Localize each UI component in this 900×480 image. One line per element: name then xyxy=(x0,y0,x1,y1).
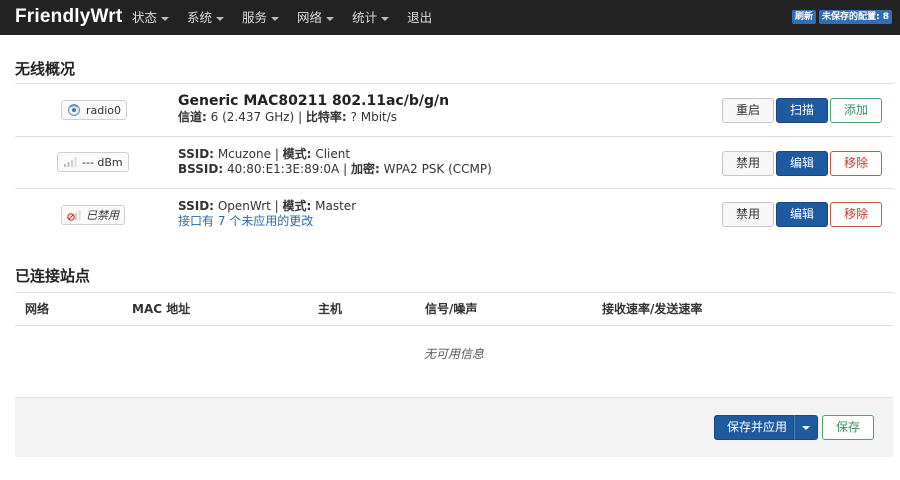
channel-label: 信道: xyxy=(178,110,207,124)
ssid-line: SSID: Mcuzone | 模式: Client xyxy=(178,147,351,161)
chevron-down-icon xyxy=(161,16,170,21)
chevron-down-icon xyxy=(216,16,225,21)
page-actions: 保存并应用 保存 xyxy=(15,397,893,457)
scan-button[interactable]: 扫描 xyxy=(776,98,828,123)
nav-statistics[interactable]: 统计 xyxy=(352,0,390,35)
nav-system-label: 系统 xyxy=(187,10,213,25)
radio-device-badge: radio0 xyxy=(61,100,128,120)
radio-row: radio0 Generic MAC80211 802.11ac/b/g/n 信… xyxy=(15,84,893,136)
top-navbar: FriendlyWrt 状态 系统 服务 网络 统计 退出 刷新 未保存的配置:… xyxy=(0,0,900,35)
encryption-value: WPA2 PSK (CCMP) xyxy=(383,162,492,176)
nav-statistics-label: 统计 xyxy=(352,10,378,25)
header-badges: 刷新 未保存的配置: 8 xyxy=(791,10,892,24)
nav-logout-label: 退出 xyxy=(407,10,433,25)
mode-value: Client xyxy=(315,147,351,161)
wireless-overview-title: 无线概况 xyxy=(15,60,76,78)
chevron-down-icon xyxy=(802,425,811,430)
refresh-badge[interactable]: 刷新 xyxy=(791,10,816,24)
network-row-client: --- dBm SSID: Mcuzone | 模式: Client BSSID… xyxy=(15,137,893,189)
radio-device-label: radio0 xyxy=(86,103,122,117)
disable-button[interactable]: 禁用 xyxy=(722,202,774,227)
ssid-label: SSID: xyxy=(178,199,214,213)
remove-button[interactable]: 移除 xyxy=(830,151,882,176)
add-network-button[interactable]: 添加 xyxy=(830,98,882,123)
mode-label: 模式: xyxy=(282,147,312,161)
nav-services-label: 服务 xyxy=(242,10,268,25)
save-apply-dropdown-toggle[interactable] xyxy=(794,415,819,440)
brand-logo[interactable]: FriendlyWrt xyxy=(15,6,122,28)
ssid-label: SSID: xyxy=(178,147,214,161)
associated-stations-title: 已连接站点 xyxy=(15,267,91,285)
mode-value: Master xyxy=(315,199,357,213)
chevron-down-icon xyxy=(381,16,390,21)
nav-system[interactable]: 系统 xyxy=(187,0,225,35)
network-info: SSID: OpenWrt | 模式: Master 接口有 7 个未应用的更改 xyxy=(178,199,356,229)
edit-button[interactable]: 编辑 xyxy=(776,151,828,176)
bssid-value: 40:80:E1:3E:89:0A xyxy=(226,162,340,176)
bitrate-value: ? Mbit/s xyxy=(350,110,398,124)
nav-services[interactable]: 服务 xyxy=(242,0,280,35)
ssid-value: OpenWrt xyxy=(217,199,271,213)
save-apply-split-button: 保存并应用 xyxy=(714,415,819,440)
nav-logout[interactable]: 退出 xyxy=(407,0,432,35)
column-rx-tx-rate: 接收速率/发送速率 xyxy=(602,302,703,316)
nav-status-label: 状态 xyxy=(132,10,158,25)
save-button[interactable]: 保存 xyxy=(822,415,874,440)
nav-status[interactable]: 状态 xyxy=(132,0,170,35)
column-mac-address: MAC 地址 xyxy=(132,302,191,316)
nav-network-label: 网络 xyxy=(297,10,323,25)
network-row-master: 已禁用 SSID: OpenWrt | 模式: Master 接口有 7 个未应… xyxy=(15,189,893,241)
column-host: 主机 xyxy=(318,302,343,316)
bssid-label: BSSID: xyxy=(178,162,224,176)
signal-status-badge: 已禁用 xyxy=(61,205,125,225)
radio-name: Generic MAC80211 802.11ac/b/g/n xyxy=(178,93,450,109)
channel-value: 6 (2.437 GHz) xyxy=(210,110,295,124)
signal-icon xyxy=(64,157,77,167)
chevron-down-icon xyxy=(326,16,335,21)
save-apply-button[interactable]: 保存并应用 xyxy=(714,415,795,440)
edit-button[interactable]: 编辑 xyxy=(776,202,828,227)
mode-label: 模式: xyxy=(282,199,312,213)
unsaved-changes-badge[interactable]: 未保存的配置: 8 xyxy=(819,10,892,24)
remove-button[interactable]: 移除 xyxy=(830,202,882,227)
signal-status-text: 已禁用 xyxy=(86,209,119,222)
nav-network[interactable]: 网络 xyxy=(297,0,335,35)
stations-table-header: 网络 MAC 地址 主机 信号/噪声 接收速率/发送速率 xyxy=(15,292,893,326)
chevron-down-icon xyxy=(271,16,280,21)
disable-button[interactable]: 禁用 xyxy=(722,151,774,176)
bssid-line: BSSID: 40:80:E1:3E:89:0A | 加密: WPA2 PSK … xyxy=(178,162,492,176)
restart-button[interactable]: 重启 xyxy=(722,98,774,123)
signal-status-badge: --- dBm xyxy=(57,152,129,172)
network-info: SSID: Mcuzone | 模式: Client BSSID: 40:80:… xyxy=(178,147,492,177)
radio-details: 信道: 6 (2.437 GHz) | 比特率: ? Mbit/s xyxy=(178,110,398,124)
wifi-radio-icon xyxy=(68,104,80,116)
signal-status-text: --- dBm xyxy=(82,155,123,169)
column-signal-noise: 信号/噪声 xyxy=(425,302,478,316)
disabled-signal-icon xyxy=(67,210,81,221)
main-nav: 状态 系统 服务 网络 统计 退出 xyxy=(132,0,450,35)
pending-changes-link[interactable]: 接口有 7 个未应用的更改 xyxy=(178,214,356,229)
no-data-message: 无可用信息 xyxy=(423,347,484,361)
radio-info: Generic MAC80211 802.11ac/b/g/n 信道: 6 (2… xyxy=(178,92,449,125)
bitrate-label: 比特率: xyxy=(305,110,347,124)
encryption-label: 加密: xyxy=(350,162,380,176)
ssid-value: Mcuzone xyxy=(217,147,271,161)
column-network: 网络 xyxy=(25,302,50,316)
ssid-line: SSID: OpenWrt | 模式: Master xyxy=(178,199,357,213)
